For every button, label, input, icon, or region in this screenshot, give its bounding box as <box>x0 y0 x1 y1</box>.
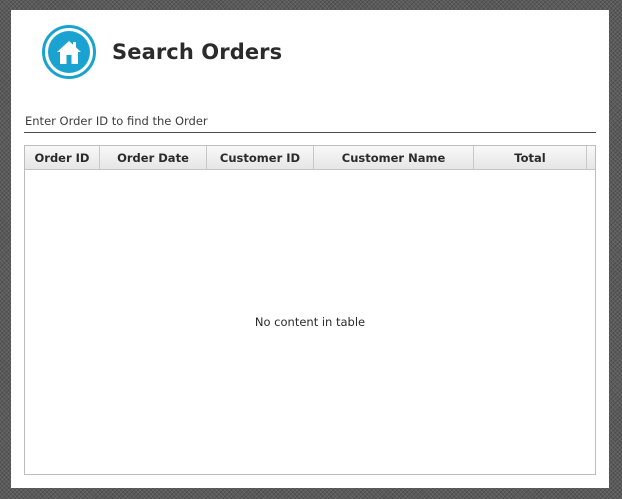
column-header-customer-name[interactable]: Customer Name <box>314 146 474 169</box>
home-icon <box>48 31 90 73</box>
column-header-order-date[interactable]: Order Date <box>100 146 207 169</box>
empty-table-placeholder: No content in table <box>254 315 366 329</box>
table-header: Order ID Order Date Customer ID Customer… <box>25 146 595 170</box>
column-header-filler <box>587 146 595 169</box>
column-header-customer-id[interactable]: Customer ID <box>207 146 314 169</box>
search-orders-window: Search Orders Order ID Order Date Custom… <box>11 10 609 488</box>
column-header-total[interactable]: Total <box>474 146 587 169</box>
page-title: Search Orders <box>112 40 283 64</box>
column-header-order-id[interactable]: Order ID <box>25 146 100 169</box>
order-id-search-input[interactable] <box>24 110 596 133</box>
orders-table: Order ID Order Date Customer ID Customer… <box>24 145 596 475</box>
home-button[interactable] <box>42 25 96 79</box>
